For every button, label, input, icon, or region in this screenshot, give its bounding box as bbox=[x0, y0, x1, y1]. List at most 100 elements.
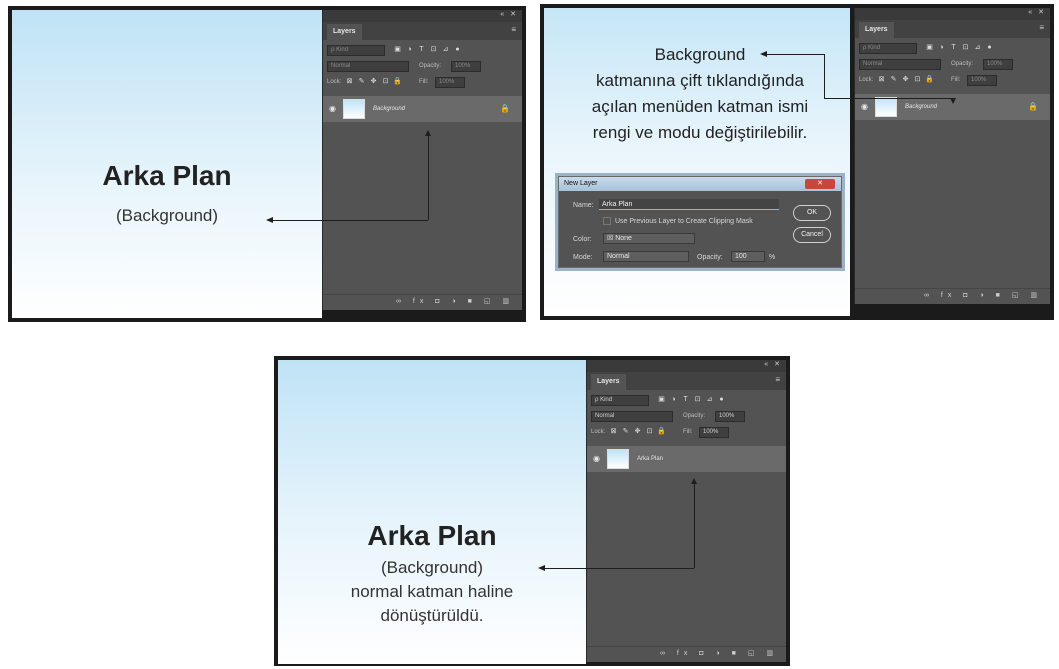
connector-vertical bbox=[694, 482, 695, 568]
screenshot-2: Background katmanına çift tıklandığında … bbox=[540, 4, 1054, 320]
panel-menu-icon[interactable]: ≡ bbox=[511, 26, 516, 34]
color-select[interactable]: ☒ None bbox=[603, 233, 695, 244]
layer-thumbnail bbox=[607, 449, 629, 469]
opacity-unit: % bbox=[769, 254, 776, 261]
tab-layers[interactable]: Layers bbox=[859, 22, 894, 38]
type-filter-icon[interactable]: T bbox=[681, 395, 690, 404]
fill-field[interactable]: 100% bbox=[967, 75, 997, 86]
lock-row: Lock: ⊠ ✎ ✥ ⊡ 🔒 Fill: 100% bbox=[323, 74, 522, 90]
lock-row: Lock: ⊠ ✎ ✥ ⊡ 🔒 Fill: 100% bbox=[587, 424, 786, 440]
lock-position-icon[interactable]: ✥ bbox=[369, 77, 378, 86]
lock-all-icon[interactable]: 🔒 bbox=[925, 75, 934, 84]
collapse-close-icons[interactable]: « ✕ bbox=[764, 360, 782, 370]
lock-position-icon[interactable]: ✥ bbox=[901, 75, 910, 84]
lock-image-icon[interactable]: ✎ bbox=[621, 427, 630, 436]
canvas-caption-line-1: (Background) bbox=[380, 558, 484, 577]
pixel-filter-icon[interactable]: ▣ bbox=[657, 395, 666, 404]
lock-artboard-icon[interactable]: ⊡ bbox=[381, 77, 390, 86]
pixel-filter-icon[interactable]: ▣ bbox=[925, 43, 934, 52]
panel-titlebar: « ✕ bbox=[587, 360, 786, 372]
filter-toggle-icon[interactable]: ● bbox=[985, 43, 994, 52]
adjustment-filter-icon[interactable]: ◑ bbox=[669, 395, 678, 404]
kind-filter-select[interactable]: ρ Kind bbox=[859, 43, 917, 54]
pixel-filter-icon[interactable]: ▣ bbox=[393, 45, 402, 54]
lock-label: Lock: bbox=[591, 429, 606, 435]
lock-all-icon[interactable]: 🔒 bbox=[393, 77, 402, 86]
footer-action-icons[interactable]: ∞ fx ◘ ◑ ■ ◱ ▥ bbox=[924, 291, 1042, 301]
lock-artboard-icon[interactable]: ⊡ bbox=[913, 75, 922, 84]
layer-name-input[interactable]: Arka Plan bbox=[599, 199, 779, 210]
canvas-caption-line-3: dönüştürüldü. bbox=[380, 606, 484, 625]
kind-filter-select[interactable]: ρ Kind bbox=[327, 45, 385, 56]
tab-layers[interactable]: Layers bbox=[327, 24, 362, 40]
panel-menu-icon[interactable]: ≡ bbox=[1039, 24, 1044, 32]
lock-label: Lock: bbox=[327, 79, 342, 85]
blend-mode-select[interactable]: Normal bbox=[327, 61, 409, 72]
fill-label: Fill: bbox=[683, 429, 693, 435]
ok-button[interactable]: OK bbox=[793, 205, 831, 221]
arrow-up-head bbox=[425, 130, 431, 136]
adjustment-filter-icon[interactable]: ◑ bbox=[405, 45, 414, 54]
lock-image-icon[interactable]: ✎ bbox=[357, 77, 366, 86]
lock-artboard-icon[interactable]: ⊡ bbox=[645, 427, 654, 436]
visibility-eye-icon[interactable]: ◉ bbox=[329, 104, 336, 114]
adjustment-filter-icon[interactable]: ◑ bbox=[937, 43, 946, 52]
layer-name[interactable]: Background bbox=[905, 103, 937, 111]
filter-toggle-icon[interactable]: ● bbox=[453, 45, 462, 54]
type-filter-icon[interactable]: T bbox=[417, 45, 426, 54]
blend-mode-select[interactable]: Normal bbox=[591, 411, 673, 422]
shape-filter-icon[interactable]: ⊡ bbox=[961, 43, 970, 52]
collapse-close-icons[interactable]: « ✕ bbox=[1028, 8, 1046, 18]
smart-object-filter-icon[interactable]: ⊿ bbox=[973, 43, 982, 52]
blend-mode-select[interactable]: Normal bbox=[859, 59, 941, 70]
screenshot-3: Arka Plan (Background) normal katman hal… bbox=[274, 356, 790, 666]
visibility-eye-icon[interactable]: ◉ bbox=[861, 102, 868, 112]
layer-row-background[interactable]: ◉ Background 🔒 bbox=[323, 96, 522, 122]
filter-toggle-icon[interactable]: ● bbox=[717, 395, 726, 404]
lock-transparent-icon[interactable]: ⊠ bbox=[877, 75, 886, 84]
footer-action-icons[interactable]: ∞ fx ◘ ◑ ■ ◱ ▥ bbox=[660, 649, 778, 659]
panel-menu-icon[interactable]: ≡ bbox=[775, 376, 780, 384]
layer-row-arka-plan[interactable]: ◉ Arka Plan bbox=[587, 446, 786, 472]
footer-action-icons[interactable]: ∞ fx ◘ ◑ ■ ◱ ▥ bbox=[396, 297, 514, 307]
layer-name[interactable]: Arka Plan bbox=[637, 455, 663, 463]
mode-select[interactable]: Normal bbox=[603, 251, 689, 262]
panel-titlebar: « ✕ bbox=[855, 8, 1050, 20]
opacity-field[interactable]: 100% bbox=[451, 61, 481, 72]
document-canvas[interactable]: Arka Plan (Background) bbox=[12, 10, 322, 318]
type-filter-icon[interactable]: T bbox=[949, 43, 958, 52]
smart-object-filter-icon[interactable]: ⊿ bbox=[441, 45, 450, 54]
shape-filter-icon[interactable]: ⊡ bbox=[693, 395, 702, 404]
blend-row: Normal Opacity: 100% bbox=[323, 58, 522, 74]
shape-filter-icon[interactable]: ⊡ bbox=[429, 45, 438, 54]
panel-titlebar: « ✕ bbox=[323, 10, 522, 22]
blend-row: Normal Opacity: 100% bbox=[587, 408, 786, 424]
lock-position-icon[interactable]: ✥ bbox=[633, 427, 642, 436]
lock-image-icon[interactable]: ✎ bbox=[889, 75, 898, 84]
layer-name[interactable]: Background bbox=[373, 105, 405, 113]
opacity-input[interactable]: 100 bbox=[731, 251, 765, 262]
opacity-field[interactable]: 100% bbox=[983, 59, 1013, 70]
connector-horizontal bbox=[764, 54, 824, 55]
lock-transparent-icon[interactable]: ⊠ bbox=[345, 77, 354, 86]
collapse-close-icons[interactable]: « ✕ bbox=[500, 10, 518, 20]
kind-filter-select[interactable]: ρ Kind bbox=[591, 395, 649, 406]
opacity-label: Opacity: bbox=[419, 63, 442, 69]
smart-object-filter-icon[interactable]: ⊿ bbox=[705, 395, 714, 404]
cancel-button[interactable]: Cancel bbox=[793, 227, 831, 243]
dialog-close-button[interactable]: ✕ bbox=[805, 179, 835, 189]
fill-field[interactable]: 100% bbox=[699, 427, 729, 438]
screenshot-1: Arka Plan (Background) « ✕ Layers ≡ ρ Ki… bbox=[8, 6, 526, 322]
lock-transparent-icon[interactable]: ⊠ bbox=[609, 427, 618, 436]
canvas-title: Arka Plan bbox=[367, 520, 497, 551]
fill-field[interactable]: 100% bbox=[435, 77, 465, 88]
opacity-field[interactable]: 100% bbox=[715, 411, 745, 422]
arrow-down-head bbox=[950, 98, 956, 104]
visibility-eye-icon[interactable]: ◉ bbox=[593, 454, 600, 464]
clipping-mask-checkbox[interactable] bbox=[603, 217, 611, 225]
layer-thumbnail bbox=[343, 99, 365, 119]
document-canvas[interactable]: Arka Plan (Background) normal katman hal… bbox=[278, 360, 586, 664]
lock-all-icon[interactable]: 🔒 bbox=[657, 427, 666, 436]
tab-layers[interactable]: Layers bbox=[591, 374, 626, 390]
layer-lock-icon: 🔒 bbox=[1028, 102, 1038, 111]
